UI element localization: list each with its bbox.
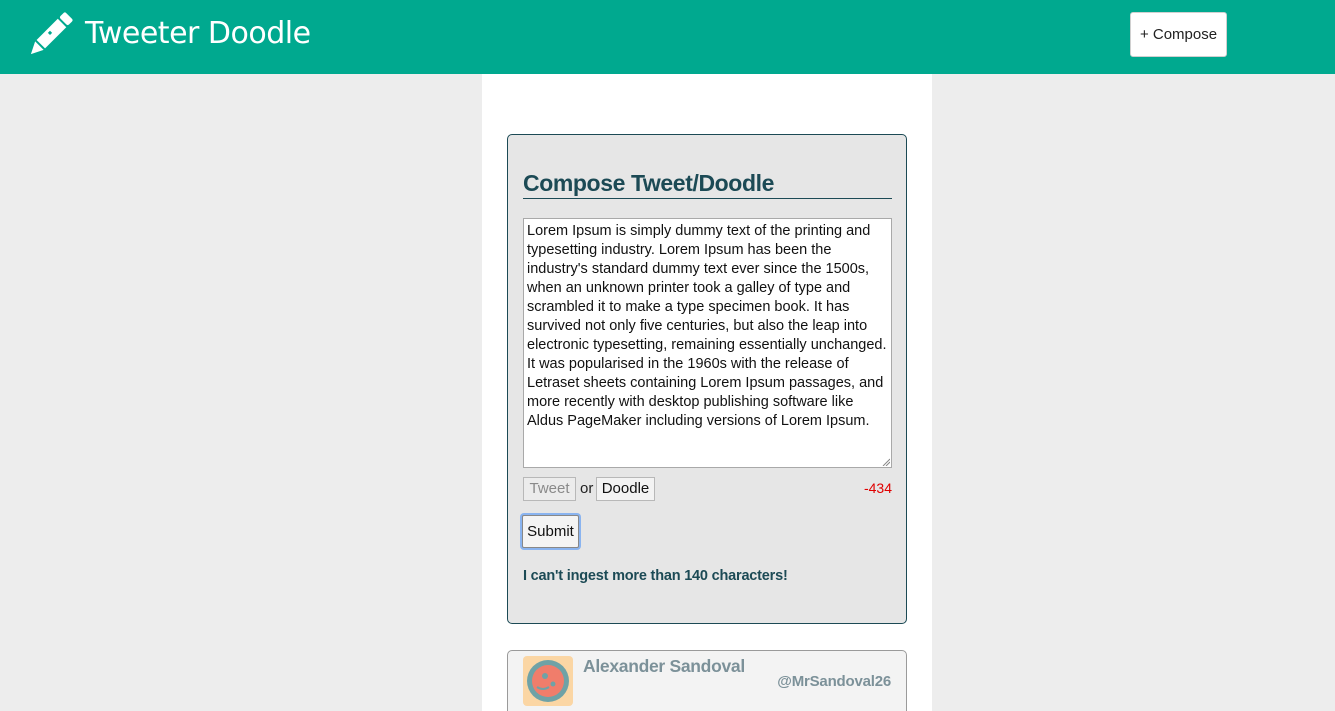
resize-grip-icon[interactable] xyxy=(882,458,890,466)
character-counter: -434 xyxy=(863,480,892,496)
author-name[interactable]: Alexander Sandoval xyxy=(583,656,745,677)
compose-button[interactable]: + Compose xyxy=(1130,12,1227,57)
mode-separator: or xyxy=(580,480,594,497)
compose-title: Compose Tweet/Doodle xyxy=(523,170,892,199)
pencil-icon xyxy=(30,12,73,55)
submit-button[interactable]: Submit xyxy=(522,515,579,548)
doodle-mode-button[interactable]: Doodle xyxy=(596,477,655,501)
tweet-mode-button[interactable]: Tweet xyxy=(523,477,576,501)
author-handle[interactable]: @MrSandoval26 xyxy=(777,673,891,690)
compose-panel: Compose Tweet/Doodle Lorem Ipsum is simp… xyxy=(507,134,907,624)
compose-textarea[interactable]: Lorem Ipsum is simply dummy text of the … xyxy=(523,218,892,468)
avatar-icon xyxy=(527,660,569,702)
avatar[interactable] xyxy=(523,656,573,706)
top-navbar: Tweeter Doodle + Compose xyxy=(0,0,1335,74)
brand-title[interactable]: Tweeter Doodle xyxy=(85,14,311,54)
tweet-card: Alexander Sandoval @MrSandoval26 xyxy=(507,650,907,711)
character-limit-warning: I can't ingest more than 140 characters! xyxy=(523,568,788,584)
